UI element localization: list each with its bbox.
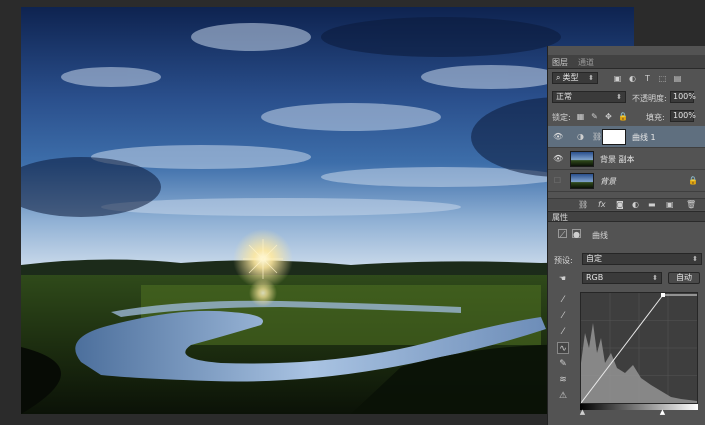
filter-adjustment-icon[interactable]: ◐ <box>628 74 637 83</box>
lock-position-icon[interactable]: ✥ <box>604 112 613 121</box>
new-adjustment-icon[interactable]: ◐ <box>632 200 639 209</box>
filter-type-icon[interactable]: T <box>643 74 652 83</box>
eyedropper-gray-icon[interactable]: ⁄ <box>557 310 569 322</box>
adjustment-name: 曲线 <box>592 231 608 240</box>
layer-thumbnail <box>570 173 594 189</box>
input-gradient-bar <box>580 404 698 410</box>
landscape-photo <box>21 7 634 414</box>
properties-header: 属性 <box>548 211 705 222</box>
photoshop-workspace: ⊙ « 图层 通道 ⌕类型⬍ ▣ ◐ T ⬚ ▤ 正常⬍ 不透明度: 100% … <box>0 0 705 425</box>
layer-filter-kind-dropdown[interactable]: ⌕ 类型 ⬍ <box>552 72 598 84</box>
chevron-down-icon: ⬍ <box>652 274 658 282</box>
curves-adjustment-icon: ⟋ <box>558 229 567 239</box>
layer-row-background[interactable]: ☐ 背景 🔒 <box>548 170 705 192</box>
blend-mode-value: 正常 <box>556 92 572 101</box>
hand-adjust-icon[interactable]: ☚ <box>558 274 567 283</box>
auto-button[interactable]: 自动 <box>668 272 700 284</box>
channel-value: RGB <box>586 273 604 282</box>
filter-smart-object-icon[interactable]: ▤ <box>673 74 682 83</box>
fill-field[interactable]: 100% <box>670 110 696 122</box>
new-group-icon[interactable]: ▬ <box>648 200 656 209</box>
eyedropper-white-icon[interactable]: ⁄ <box>557 326 569 338</box>
filter-shape-icon[interactable]: ⬚ <box>658 74 667 83</box>
new-layer-icon[interactable]: ▣ <box>666 200 674 209</box>
layer-name: 背景 副本 <box>600 155 635 164</box>
pencil-icon[interactable]: ✎ <box>557 358 569 370</box>
chevron-down-icon: ⬍ <box>588 74 594 82</box>
eye-icon[interactable]: 👁 <box>553 154 563 163</box>
layers-bottom-toolbar: ⛓ fx ◙ ◐ ▬ ▣ 🗑 <box>548 198 705 210</box>
clipping-warning-icon[interactable]: ⚠ <box>557 390 569 402</box>
curves-histogram-svg <box>580 293 697 404</box>
lock-icon: 🔒 <box>688 176 698 185</box>
eye-hidden-icon[interactable]: ☐ <box>553 176 562 185</box>
mask-icon[interactable]: ● <box>572 229 581 239</box>
layer-name: 曲线 1 <box>632 133 656 142</box>
lock-image-icon[interactable]: ✎ <box>590 112 599 121</box>
curves-graph[interactable] <box>580 292 698 404</box>
layer-name: 背景 <box>600 177 616 186</box>
delete-layer-icon[interactable]: 🗑 <box>686 200 696 209</box>
lock-label: 锁定: <box>552 113 571 122</box>
chevron-down-icon: ⬍ <box>692 255 698 263</box>
add-mask-icon[interactable]: ◙ <box>616 200 624 209</box>
channel-dropdown[interactable]: RGB ⬍ <box>582 272 662 284</box>
layer-row-curves[interactable]: 👁 ◑ ⛓ 曲线 1 <box>548 126 705 148</box>
link-layers-icon[interactable]: ⛓ <box>578 200 588 209</box>
properties-title: 属性 <box>552 213 568 222</box>
opacity-label: 不透明度: <box>632 94 667 103</box>
layer-mask-thumbnail[interactable] <box>602 129 626 145</box>
filter-kind-label: 类型 <box>562 73 579 82</box>
tab-layers[interactable]: 图层 <box>552 57 568 68</box>
white-point-slider-icon[interactable]: ▲ <box>658 408 667 417</box>
preset-dropdown[interactable]: 自定 ⬍ <box>582 253 702 265</box>
blend-mode-dropdown[interactable]: 正常 ⬍ <box>552 91 626 103</box>
eye-icon[interactable]: 👁 <box>553 132 563 141</box>
fill-label: 填充: <box>646 113 665 122</box>
link-icon[interactable]: ⛓ <box>592 132 602 141</box>
curve-point-tool-icon[interactable]: ∿ <box>557 342 569 354</box>
smooth-icon[interactable]: ≋ <box>557 374 569 386</box>
preset-label: 预设: <box>554 256 573 265</box>
preset-value: 自定 <box>586 254 602 263</box>
lock-transparent-icon[interactable]: ▦ <box>576 112 585 121</box>
fx-icon[interactable]: fx <box>598 200 606 209</box>
filter-pixel-icon[interactable]: ▣ <box>613 74 622 83</box>
chevron-down-icon: ⬍ <box>616 93 622 101</box>
tab-channels[interactable]: 通道 <box>578 57 594 68</box>
layer-row-background-copy[interactable]: 👁 背景 副本 <box>548 148 705 170</box>
lock-all-icon[interactable]: 🔒 <box>618 112 628 121</box>
eyedropper-black-icon[interactable]: ⁄ <box>557 294 569 306</box>
document-canvas[interactable] <box>21 7 634 414</box>
search-icon: ⌕ <box>556 73 561 82</box>
right-panel-dock: 图层 通道 ⌕ 类型 ⬍ ▣ ◐ T ⬚ ▤ 正常 ⬍ 不透明度: 100% 锁定: … <box>547 46 705 425</box>
layer-thumbnail <box>570 151 594 167</box>
black-point-slider-icon[interactable]: ▲ <box>578 408 587 417</box>
layers-tab-bar: 图层 通道 <box>548 55 705 69</box>
opacity-field[interactable]: 100% <box>670 91 696 103</box>
adjustment-layer-icon: ◑ <box>577 132 584 141</box>
